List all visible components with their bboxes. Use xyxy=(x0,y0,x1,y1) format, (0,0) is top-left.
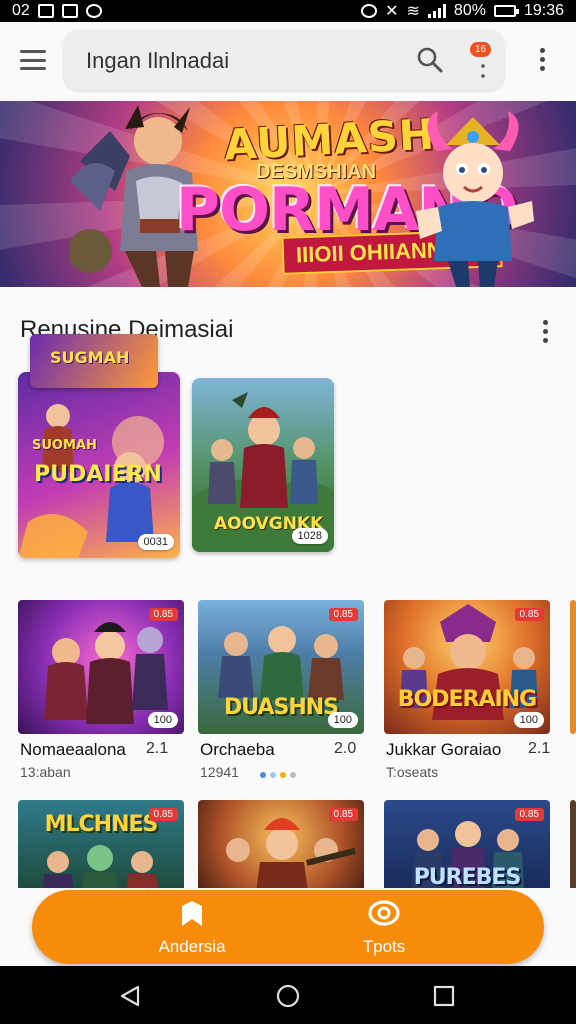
battery-icon xyxy=(493,5,519,17)
nav-home-label: Andersia xyxy=(158,937,226,956)
game-tile-1[interactable]: 0.85 100 xyxy=(18,600,184,734)
home-icon xyxy=(182,901,202,926)
search-bar[interactable]: Ingan Ilnlnadai 16 xyxy=(64,30,504,90)
game-7-art-title: PUREBES xyxy=(413,865,522,890)
home-button-icon[interactable] xyxy=(276,984,300,1008)
game-2-size: 100 xyxy=(327,712,358,728)
battery-percent: 80% xyxy=(453,2,486,19)
featured-1-top-label: SUOMAH xyxy=(32,438,97,453)
game-tile-7[interactable]: PUREBES 0.85 xyxy=(384,800,550,892)
hero-hero-illustration xyxy=(416,111,534,287)
notification-icon xyxy=(37,4,54,18)
game-tile-3[interactable]: BODERAING 0.85 100 xyxy=(384,600,550,734)
signal-icon xyxy=(427,4,446,18)
game-3-badge: 0.85 xyxy=(514,608,544,621)
game-2-meta: 12941 xyxy=(200,764,239,780)
game-tile-4-partial[interactable] xyxy=(570,600,576,734)
back-icon[interactable] xyxy=(118,984,142,1008)
game-tile-2[interactable]: DUASHNS 0.85 100 xyxy=(198,600,364,734)
bottom-nav: Andersia Tpots xyxy=(32,890,544,964)
recents-icon[interactable] xyxy=(432,984,456,1008)
game-3-rating: 2.1 xyxy=(528,740,551,757)
game-1-meta: 13:aban xyxy=(20,764,71,780)
carousel-dot[interactable] xyxy=(260,772,266,778)
app-bar: Ingan Ilnlnadai 16 xyxy=(0,22,576,98)
status-bar: 02 ✕ ≋ 80% 19:36 xyxy=(0,0,576,22)
hero-banner[interactable]: AUMASH DESMSHIAN PORMANO IIIOII OHIIANNO… xyxy=(0,101,576,287)
game-3-name[interactable]: Jukkar Goraiao xyxy=(386,740,501,760)
system-navigation-bar xyxy=(0,966,576,1024)
game-5-badge: 0.85 xyxy=(148,808,178,821)
notifications-button[interactable]: 16 xyxy=(466,42,502,78)
featured-2-size: 1028 xyxy=(291,528,328,544)
game-1-size: 100 xyxy=(147,712,178,728)
bluetooth-icon: ✕ xyxy=(385,3,399,20)
more-vert-icon xyxy=(481,64,485,78)
game-tile-6[interactable]: 0.85 xyxy=(198,800,364,892)
overflow-menu-icon[interactable] xyxy=(540,48,546,71)
notification-badge: 16 xyxy=(470,42,492,57)
featured-1-banner: SUGMAH xyxy=(30,334,158,388)
search-input[interactable]: Ingan Ilnlnadai xyxy=(86,48,229,74)
nav-topics-label: Tpots xyxy=(362,937,406,956)
alarm-icon xyxy=(361,4,378,18)
game-7-badge: 0.85 xyxy=(514,808,544,821)
game-tile-5[interactable]: MLCHNES 0.85 xyxy=(18,800,184,892)
featured-1-banner-title: SUGMAH xyxy=(50,348,130,367)
game-3-art-title: BODERAING xyxy=(397,687,537,712)
carousel-dots[interactable] xyxy=(260,772,296,778)
game-2-name[interactable]: Orchaeba xyxy=(200,740,275,760)
status-time: 19:36 xyxy=(523,2,564,19)
featured-1-size: 0031 xyxy=(137,534,174,550)
game-2-badge: 0.85 xyxy=(328,608,358,621)
status-left-text: 02 xyxy=(12,2,30,19)
search-icon[interactable] xyxy=(416,46,444,74)
carousel-dot[interactable] xyxy=(270,772,276,778)
featured-card-2[interactable]: AOOVGNKK 1028 xyxy=(192,378,334,552)
photo-icon xyxy=(61,4,78,18)
game-6-badge: 0.85 xyxy=(328,808,358,821)
carousel-dot[interactable] xyxy=(290,772,296,778)
chat-icon xyxy=(368,900,400,926)
section-more-icon[interactable] xyxy=(543,320,549,343)
game-1-rating: 2.1 xyxy=(146,740,169,757)
game-3-meta: T:oseats xyxy=(386,764,439,780)
game-3-size: 100 xyxy=(513,712,544,728)
nav-item-home[interactable]: Andersia xyxy=(122,900,262,957)
app-icon xyxy=(85,4,102,18)
menu-icon[interactable] xyxy=(18,48,48,72)
featured-card-1[interactable]: SUOMAH PUDAIERN 0031 xyxy=(18,372,180,558)
game-2-rating: 2.0 xyxy=(334,740,357,757)
featured-1-title: PUDAIERN xyxy=(34,462,162,487)
game-1-badge: 0.85 xyxy=(148,608,178,621)
wifi-icon: ≋ xyxy=(406,3,420,20)
carousel-dot[interactable] xyxy=(280,772,286,778)
nav-item-topics[interactable]: Tpots xyxy=(314,900,454,957)
game-1-name[interactable]: Nomaeaalona xyxy=(20,740,126,760)
game-tile-8-partial[interactable] xyxy=(570,800,576,892)
